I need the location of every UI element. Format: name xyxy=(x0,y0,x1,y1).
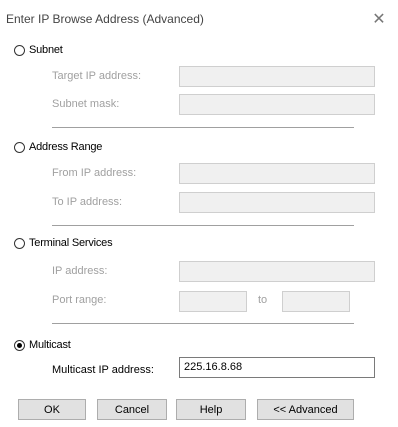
close-icon[interactable]: ✕ xyxy=(368,8,390,30)
address-range-radio[interactable]: Address Range xyxy=(14,139,102,155)
port-to-label: to xyxy=(258,294,268,306)
from-ip-label: From IP address: xyxy=(52,167,137,179)
multicast-radio[interactable]: Multicast xyxy=(14,337,71,353)
multicast-radio-circle[interactable] xyxy=(14,339,25,351)
to-ip-label: To IP address: xyxy=(52,196,123,208)
advanced-button[interactable]: << Advanced xyxy=(257,399,354,420)
subnet-radio-label: Subnet xyxy=(29,44,63,56)
port-from-field[interactable] xyxy=(179,291,247,312)
target-ip-label: Target IP address: xyxy=(52,70,142,82)
subnet-radio-circle[interactable] xyxy=(14,44,25,56)
title-bar: Enter IP Browse Address (Advanced) ✕ xyxy=(0,0,398,40)
multicast-ip-field[interactable]: 225.16.8.68 xyxy=(179,357,375,378)
to-ip-field[interactable] xyxy=(179,192,375,213)
separator xyxy=(52,225,354,226)
terminal-services-radio-label: Terminal Services xyxy=(29,237,113,249)
terminal-services-radio[interactable]: Terminal Services xyxy=(14,235,113,251)
multicast-ip-label: Multicast IP address: xyxy=(52,364,154,376)
subnet-mask-label: Subnet mask: xyxy=(52,98,120,110)
multicast-radio-label: Multicast xyxy=(29,339,71,351)
ok-button[interactable]: OK xyxy=(18,399,86,420)
port-to-field[interactable] xyxy=(282,291,350,312)
dialog-title: Enter IP Browse Address (Advanced) xyxy=(6,12,204,26)
address-range-radio-circle[interactable] xyxy=(14,141,25,153)
separator xyxy=(52,127,354,128)
address-range-radio-label: Address Range xyxy=(29,141,103,153)
help-button[interactable]: Help xyxy=(176,399,246,420)
port-range-label: Port range: xyxy=(52,294,107,306)
ip-browse-dialog: Enter IP Browse Address (Advanced) ✕ Sub… xyxy=(0,0,398,427)
subnet-mask-field[interactable] xyxy=(179,94,375,115)
cancel-button[interactable]: Cancel xyxy=(97,399,167,420)
separator xyxy=(52,323,354,324)
ts-ip-field[interactable] xyxy=(179,261,375,282)
from-ip-field[interactable] xyxy=(179,163,375,184)
subnet-radio[interactable]: Subnet xyxy=(14,42,63,58)
target-ip-field[interactable] xyxy=(179,66,375,87)
ts-ip-label: IP address: xyxy=(52,265,108,277)
terminal-services-radio-circle[interactable] xyxy=(14,237,25,249)
